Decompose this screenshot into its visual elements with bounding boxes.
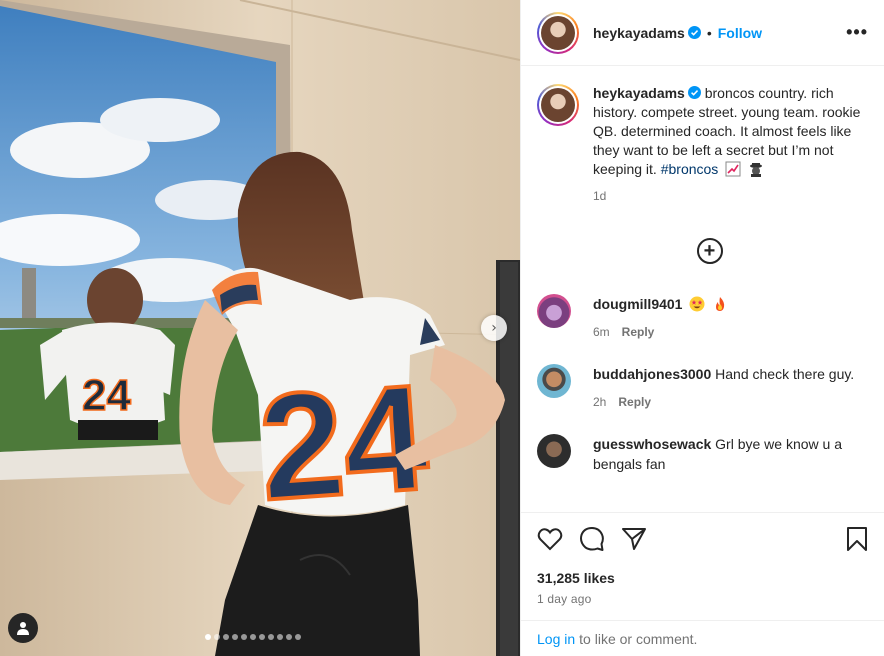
carousel-next-button[interactable]: › [481, 315, 507, 341]
post-photo[interactable]: 24 24 › [0, 0, 520, 656]
commenter-avatar[interactable] [537, 294, 571, 328]
caption-username[interactable]: heykayadams [593, 85, 685, 101]
post-header: heykayadams • Follow ••• [521, 0, 884, 66]
verified-badge-icon [687, 26, 701, 39]
carousel-dot [286, 634, 292, 640]
carousel-dot [241, 634, 247, 640]
person-icon [17, 622, 29, 635]
reply-button[interactable]: Reply [618, 395, 651, 409]
load-more-comments-button[interactable]: + [551, 238, 868, 264]
post-date: 1 day ago [537, 592, 592, 606]
comment-item: guesswhosewack Grl bye we know u a benga… [537, 434, 868, 474]
carousel-dot [205, 634, 211, 640]
reflection-jersey-number: 24 [82, 371, 131, 420]
commenter-avatar[interactable] [537, 364, 571, 398]
carousel-dot [250, 634, 256, 640]
chart-increasing-emoji-icon [725, 161, 741, 177]
login-prompt-text: to like or comment. [579, 630, 698, 647]
post-action-bar [521, 512, 884, 564]
share-icon[interactable] [621, 526, 647, 552]
comments-section[interactable]: heykayadams broncos country. rich histor… [521, 66, 884, 512]
commenter-username[interactable]: guesswhosewack [593, 436, 711, 452]
likes-count[interactable]: 31,285 likes [521, 570, 884, 586]
carousel-dot [214, 634, 220, 640]
post-side-panel: heykayadams • Follow ••• heykayadams bro… [520, 0, 884, 656]
comment-meta: 6m Reply [593, 322, 863, 342]
jersey-number: 24 [255, 352, 433, 531]
instagram-post-modal: 24 24 › heykayadams • Follow ••• heykaya… [0, 0, 884, 656]
fire-emoji-icon [716, 297, 725, 311]
comment-item: dougmill9401 6m Reply [537, 294, 868, 342]
hashtag-link[interactable]: #broncos [661, 161, 719, 177]
carousel-dot [259, 634, 265, 640]
commenter-avatar[interactable] [537, 434, 571, 468]
carousel-dot [232, 634, 238, 640]
comment-timestamp: 6m [593, 325, 610, 339]
reply-button[interactable]: Reply [622, 325, 655, 339]
carousel-indicator [205, 634, 301, 640]
plus-circle-icon: + [696, 238, 723, 264]
detective-emoji-icon [750, 163, 763, 177]
author-username[interactable]: heykayadams [593, 25, 685, 41]
login-prompt: Log in to like or comment. [521, 620, 884, 656]
follow-button[interactable]: Follow [718, 25, 762, 41]
heart-icon[interactable] [537, 527, 563, 551]
header-separator: • [706, 24, 712, 41]
more-options-icon[interactable]: ••• [846, 22, 868, 43]
carousel-dot [277, 634, 283, 640]
carousel-dot [268, 634, 274, 640]
chevron-right-icon: › [491, 320, 497, 336]
verified-badge-icon [687, 86, 701, 99]
comment-text: Hand check there guy. [715, 366, 855, 382]
comment-icon[interactable] [579, 526, 605, 552]
star-struck-emoji-icon [689, 296, 705, 312]
carousel-dot [295, 634, 301, 640]
commenter-username[interactable]: buddahjones3000 [593, 366, 711, 382]
carousel-dot [223, 634, 229, 640]
author-avatar[interactable] [537, 11, 579, 54]
post-caption: heykayadams broncos country. rich histor… [537, 84, 868, 206]
comment-timestamp: 2h [593, 395, 607, 409]
comment-item: buddahjones3000 Hand check there guy. 2h… [537, 364, 868, 412]
comment-meta: 2h Reply [593, 392, 863, 412]
caption-avatar[interactable] [537, 84, 579, 126]
photo-scene: 24 24 [0, 0, 520, 656]
tagged-users-button[interactable] [8, 613, 38, 643]
caption-timestamp: 1d [593, 189, 607, 203]
bookmark-icon[interactable] [846, 526, 868, 552]
commenter-username[interactable]: dougmill9401 [593, 296, 682, 312]
login-link[interactable]: Log in [537, 631, 575, 647]
